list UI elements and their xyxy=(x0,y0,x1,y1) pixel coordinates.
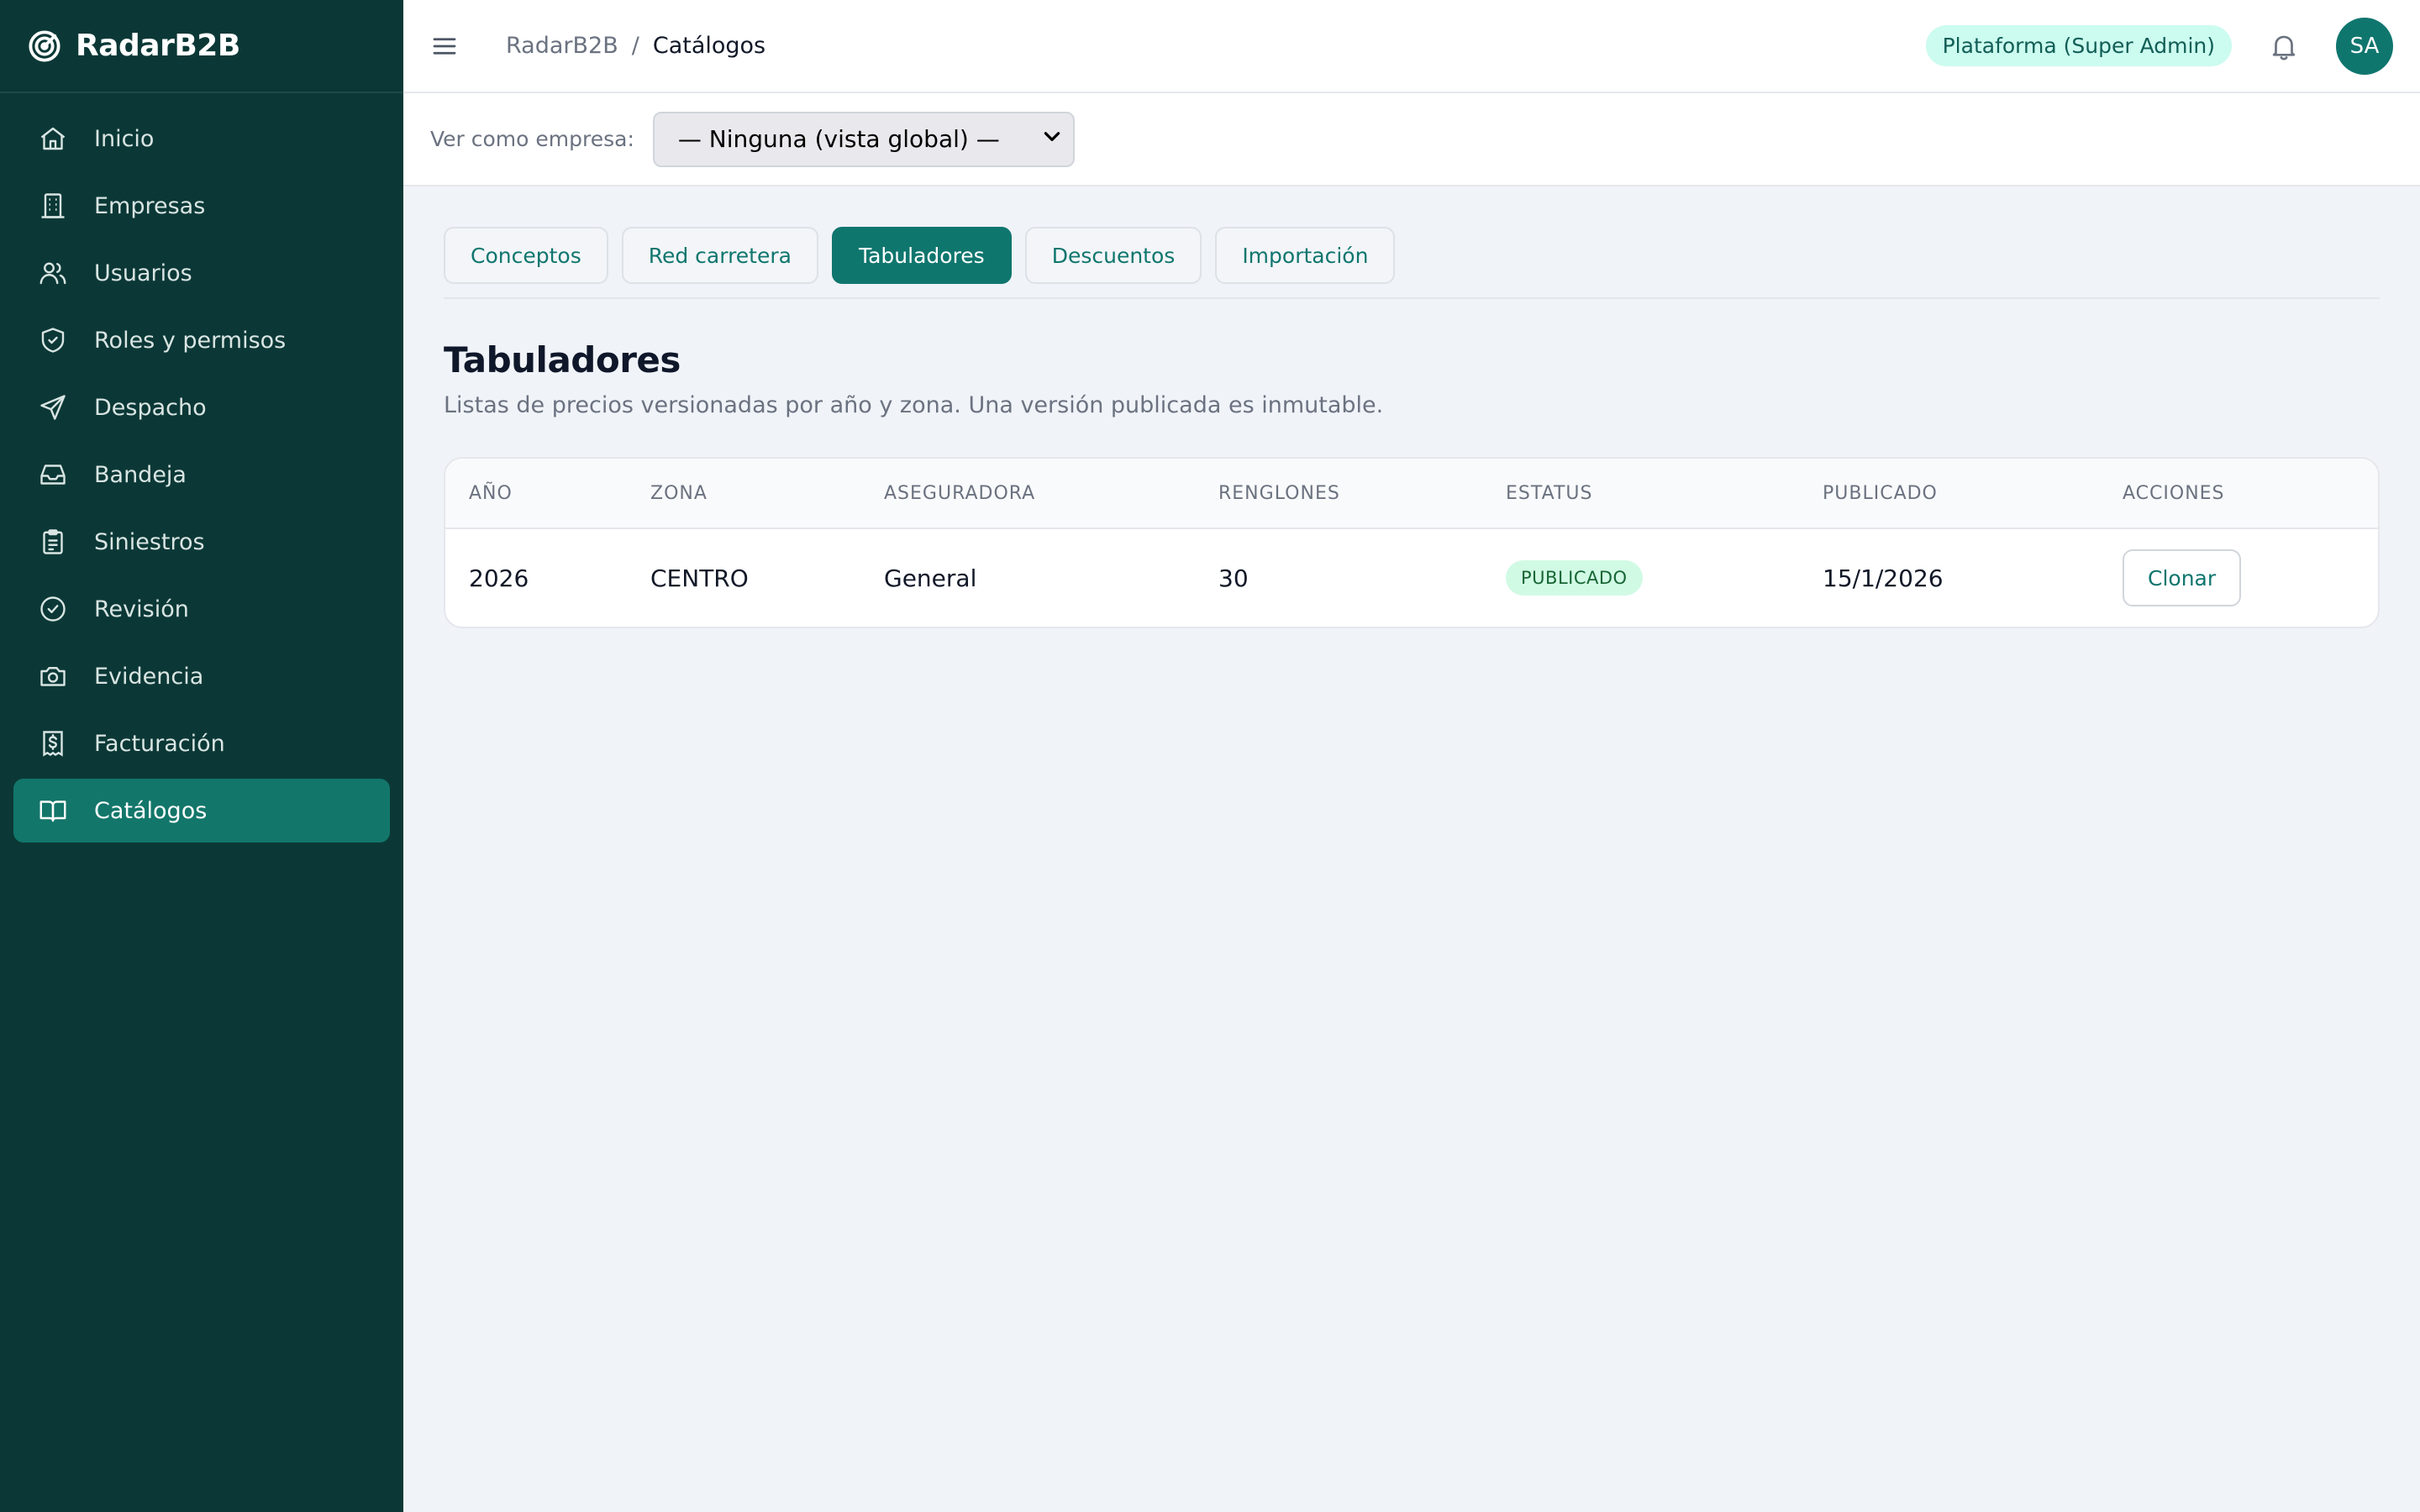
breadcrumb-current: Catálogos xyxy=(652,33,766,59)
column-header-actions: ACCIONES xyxy=(2123,482,2225,504)
tab-tabuladores[interactable]: Tabuladores xyxy=(831,227,1012,284)
sidebar-item-inicio[interactable]: Inicio xyxy=(13,107,390,171)
column-header-year: AÑO xyxy=(469,482,513,504)
sidebar-item-siniestros[interactable]: Siniestros xyxy=(13,510,390,574)
sidebar: RadarB2B Inicio Empresas Usuarios Roles … xyxy=(0,0,403,1512)
company-filter-label: Ver como empresa: xyxy=(430,127,634,151)
sidebar-nav: Inicio Empresas Usuarios Roles y permiso… xyxy=(0,93,403,856)
breadcrumb-root-link[interactable]: RadarB2B xyxy=(506,33,618,59)
page-title: Tabuladores xyxy=(444,339,681,381)
cell-published: 15/1/2026 xyxy=(1823,564,1944,592)
sidebar-item-label: Inicio xyxy=(94,125,155,152)
catalog-tabs: Conceptos Red carretera Tabuladores Desc… xyxy=(444,227,2380,299)
radar-logo-icon xyxy=(27,29,62,64)
column-header-zone: ZONA xyxy=(650,482,708,504)
shield-icon xyxy=(37,324,69,356)
book-icon xyxy=(37,795,69,827)
building-icon xyxy=(37,190,69,222)
brand-name: RadarB2B xyxy=(76,29,240,63)
sidebar-item-bandeja[interactable]: Bandeja xyxy=(13,443,390,507)
sidebar-item-revision[interactable]: Revisión xyxy=(13,577,390,641)
company-select-value: — Ninguna (vista global) — xyxy=(677,125,1000,153)
company-filter-bar: Ver como empresa: — Ninguna (vista globa… xyxy=(403,93,2420,186)
sidebar-item-label: Bandeja xyxy=(94,461,187,488)
role-badge: Plataforma (Super Admin) xyxy=(1925,25,2232,66)
content: Conceptos Red carretera Tabuladores Desc… xyxy=(403,186,2420,628)
tabuladores-table: AÑO ZONA ASEGURADORA RENGLONES ESTATUS P… xyxy=(444,457,2380,628)
sidebar-item-catalogos[interactable]: Catálogos xyxy=(13,779,390,843)
sidebar-item-label: Facturación xyxy=(94,730,225,757)
breadcrumb-separator: / xyxy=(631,33,639,59)
receipt-icon xyxy=(37,727,69,759)
bell-icon[interactable] xyxy=(2265,28,2302,65)
table-header: AÑO ZONA ASEGURADORA RENGLONES ESTATUS P… xyxy=(445,459,2378,529)
sidebar-item-label: Catálogos xyxy=(94,797,208,824)
tab-importacion[interactable]: Importación xyxy=(1215,227,1396,284)
chevron-down-icon xyxy=(1041,125,1063,153)
tab-red-carretera[interactable]: Red carretera xyxy=(621,227,818,284)
sidebar-item-label: Roles y permisos xyxy=(94,327,287,354)
cell-zone: CENTRO xyxy=(650,564,749,592)
check-circle-icon xyxy=(37,593,69,625)
table-row: 2026 CENTRO General 30 PUBLICADO 15/1/20… xyxy=(445,529,2378,627)
cell-insurer: General xyxy=(884,564,977,592)
page-subtitle: Listas de precios versionadas por año y … xyxy=(444,392,1384,418)
sidebar-item-empresas[interactable]: Empresas xyxy=(13,174,390,238)
breadcrumb: RadarB2B / Catálogos xyxy=(506,33,765,59)
sidebar-item-label: Revisión xyxy=(94,596,189,622)
home-icon xyxy=(37,123,69,155)
menu-toggle-icon[interactable] xyxy=(427,29,462,64)
cell-year: 2026 xyxy=(469,564,529,592)
cell-status: PUBLICADO xyxy=(1482,560,1799,596)
sidebar-item-label: Usuarios xyxy=(94,260,192,286)
top-bar: RadarB2B / Catálogos Plataforma (Super A… xyxy=(403,0,2420,93)
status-badge: PUBLICADO xyxy=(1506,560,1643,596)
sidebar-item-despacho[interactable]: Despacho xyxy=(13,375,390,439)
send-icon xyxy=(37,391,69,423)
sidebar-item-label: Evidencia xyxy=(94,663,204,690)
tab-descuentos[interactable]: Descuentos xyxy=(1024,227,1202,284)
main-area: RadarB2B / Catálogos Plataforma (Super A… xyxy=(403,0,2420,1512)
brand[interactable]: RadarB2B xyxy=(0,0,403,93)
column-header-insurer: ASEGURADORA xyxy=(884,482,1036,504)
clipboard-icon xyxy=(37,526,69,558)
tab-conceptos[interactable]: Conceptos xyxy=(444,227,608,284)
sidebar-item-evidencia[interactable]: Evidencia xyxy=(13,644,390,708)
sidebar-item-roles[interactable]: Roles y permisos xyxy=(13,308,390,372)
camera-icon xyxy=(37,660,69,692)
cell-actions: Clonar xyxy=(2099,549,2378,606)
cell-rows: 30 xyxy=(1218,564,1249,592)
column-header-status: ESTATUS xyxy=(1506,482,1593,504)
company-select[interactable]: — Ninguna (vista global) — xyxy=(652,111,1075,167)
users-icon xyxy=(37,257,69,289)
sidebar-item-label: Empresas xyxy=(94,192,206,219)
user-avatar[interactable]: SA xyxy=(2336,17,2393,75)
column-header-published: PUBLICADO xyxy=(1823,482,1938,504)
sidebar-item-label: Siniestros xyxy=(94,528,205,555)
inbox-icon xyxy=(37,459,69,491)
sidebar-item-facturacion[interactable]: Facturación xyxy=(13,711,390,775)
sidebar-item-usuarios[interactable]: Usuarios xyxy=(13,241,390,305)
column-header-rows: RENGLONES xyxy=(1218,482,1340,504)
clone-button[interactable]: Clonar xyxy=(2123,549,2242,606)
sidebar-item-label: Despacho xyxy=(94,394,207,421)
